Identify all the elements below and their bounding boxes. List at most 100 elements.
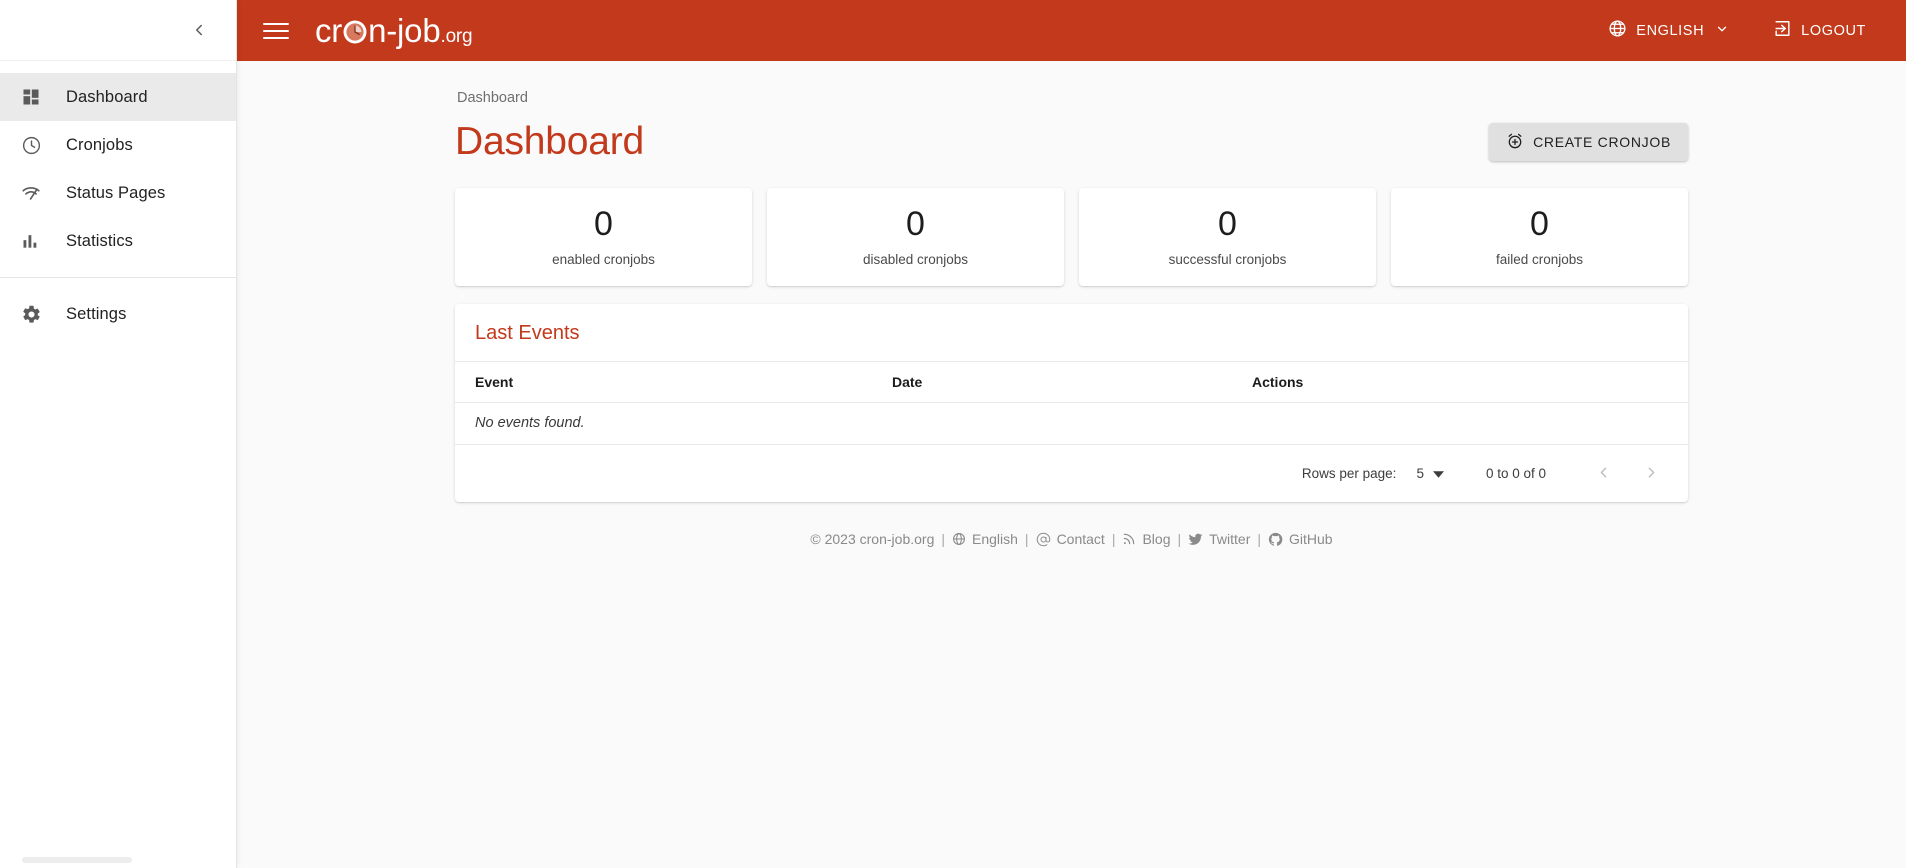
sidebar-item-status-pages[interactable]: Status Pages bbox=[0, 169, 236, 217]
breadcrumb: Dashboard bbox=[457, 90, 528, 106]
sidebar-item-label: Settings bbox=[66, 304, 127, 323]
stat-card-failed[interactable]: 0 failed cronjobs bbox=[1391, 188, 1688, 286]
footer-link-contact[interactable]: Contact bbox=[1036, 531, 1105, 547]
chevron-right-icon bbox=[1643, 464, 1660, 484]
footer-link-english[interactable]: English bbox=[952, 531, 1018, 547]
sidebar-item-label: Statistics bbox=[66, 231, 134, 250]
footer-link-github[interactable]: GitHub bbox=[1268, 531, 1333, 547]
sidebar-item-settings[interactable]: Settings bbox=[0, 290, 236, 338]
globe-icon bbox=[952, 532, 966, 546]
logout-button[interactable]: LOGOUT bbox=[1761, 12, 1878, 50]
sidebar-item-statistics[interactable]: Statistics bbox=[0, 217, 236, 265]
brand-tld: .org bbox=[440, 25, 473, 47]
table-row-empty: No events found. bbox=[455, 402, 1688, 445]
footer-copyright: © 2023 cron-job.org bbox=[810, 531, 935, 547]
last-events-title: Last Events bbox=[455, 304, 1688, 362]
footer-link-label: Contact bbox=[1056, 531, 1105, 547]
stat-card-disabled[interactable]: 0 disabled cronjobs bbox=[767, 188, 1064, 286]
footer-link-twitter[interactable]: Twitter bbox=[1188, 531, 1250, 547]
sidebar-collapse-button[interactable] bbox=[184, 15, 214, 45]
top-bar: cr n-job .org ENGLISH LOGOUT bbox=[237, 0, 1906, 61]
brand-name-rest: n-job bbox=[368, 11, 441, 49]
sidebar-item-label: Cronjobs bbox=[66, 135, 133, 154]
chevron-down-icon bbox=[1715, 22, 1729, 40]
column-header-event: Event bbox=[455, 362, 892, 403]
events-table-body: No events found. bbox=[455, 402, 1688, 445]
next-page-button[interactable] bbox=[1634, 457, 1668, 491]
chevron-left-icon bbox=[1595, 464, 1612, 484]
brand-name: cr bbox=[315, 11, 343, 49]
pulse-wifi-icon bbox=[14, 182, 48, 204]
chevron-down-icon bbox=[1432, 466, 1444, 481]
footer-link-label: Blog bbox=[1142, 531, 1171, 547]
brand-logo[interactable]: cr n-job .org bbox=[315, 11, 473, 50]
logout-label: LOGOUT bbox=[1801, 22, 1866, 39]
content-inner: Dashboard Dashboard CREATE CRONJOB 0 ena… bbox=[455, 61, 1688, 547]
rss-icon bbox=[1122, 532, 1136, 546]
app-root: Dashboard Cronjobs Status Pages Statisti… bbox=[0, 0, 1906, 868]
footer-link-blog[interactable]: Blog bbox=[1122, 531, 1170, 547]
rows-per-page-value: 5 bbox=[1416, 466, 1424, 481]
stat-card-enabled[interactable]: 0 enabled cronjobs bbox=[455, 188, 752, 286]
footer-separator: | bbox=[1177, 531, 1182, 547]
alarm-plus-icon bbox=[1506, 132, 1524, 153]
footer-separator: | bbox=[1111, 531, 1116, 547]
page-title: Dashboard bbox=[455, 120, 644, 163]
hamburger-icon[interactable] bbox=[263, 18, 289, 44]
sidebar-header bbox=[0, 0, 236, 61]
chevron-left-icon bbox=[190, 21, 208, 39]
rows-per-page-label: Rows per page: bbox=[1301, 466, 1397, 481]
github-icon bbox=[1268, 532, 1283, 547]
stat-cards: 0 enabled cronjobs 0 disabled cronjobs 0… bbox=[455, 188, 1688, 286]
gear-icon bbox=[14, 304, 48, 325]
sidebar-nav: Dashboard Cronjobs Status Pages Statisti… bbox=[0, 61, 236, 338]
page-range-label: 0 to 0 of 0 bbox=[1485, 466, 1546, 481]
globe-icon bbox=[1608, 19, 1627, 42]
events-header-row: Event Date Actions bbox=[455, 362, 1688, 403]
stat-label: enabled cronjobs bbox=[552, 252, 655, 268]
last-events-panel: Last Events Event Date Actions No events bbox=[455, 304, 1688, 502]
empty-message: No events found. bbox=[455, 402, 1688, 445]
create-cronjob-button[interactable]: CREATE CRONJOB bbox=[1489, 123, 1688, 161]
footer-separator: | bbox=[1257, 531, 1261, 547]
clock-icon bbox=[14, 135, 48, 156]
footer-link-label: English bbox=[972, 531, 1018, 547]
sidebar-item-dashboard[interactable]: Dashboard bbox=[0, 73, 236, 121]
at-icon bbox=[1036, 532, 1051, 547]
events-table-head: Event Date Actions bbox=[455, 362, 1688, 403]
twitter-icon bbox=[1188, 532, 1203, 547]
create-cronjob-label: CREATE CRONJOB bbox=[1533, 134, 1671, 150]
footer-link-label: Twitter bbox=[1209, 531, 1251, 547]
stat-value: 0 bbox=[1530, 204, 1549, 243]
stat-label: disabled cronjobs bbox=[862, 252, 969, 268]
sidebar-item-cronjobs[interactable]: Cronjobs bbox=[0, 121, 236, 169]
paginator: Rows per page: 5 0 to 0 of 0 bbox=[455, 445, 1688, 502]
sidebar: Dashboard Cronjobs Status Pages Statisti… bbox=[0, 0, 237, 868]
sidebar-scrollbar[interactable] bbox=[22, 857, 132, 863]
clock-icon bbox=[342, 12, 368, 43]
stat-label: failed cronjobs bbox=[1495, 252, 1584, 268]
column-header-actions: Actions bbox=[1252, 362, 1688, 403]
dashboard-grid-icon bbox=[14, 87, 48, 107]
content-area: Dashboard Dashboard CREATE CRONJOB 0 ena… bbox=[237, 61, 1906, 868]
rows-per-page-select[interactable]: 5 bbox=[1416, 466, 1444, 481]
column-header-date: Date bbox=[892, 362, 1252, 403]
sidebar-item-label: Status Pages bbox=[66, 183, 166, 202]
footer-link-label: GitHub bbox=[1289, 531, 1333, 547]
bar-chart-icon bbox=[14, 231, 48, 251]
logout-icon bbox=[1773, 19, 1792, 42]
stat-card-successful[interactable]: 0 successful cronjobs bbox=[1079, 188, 1376, 286]
page-title-row: Dashboard CREATE CRONJOB bbox=[455, 120, 1688, 164]
previous-page-button[interactable] bbox=[1586, 457, 1620, 491]
stat-value: 0 bbox=[906, 204, 925, 243]
events-table: Event Date Actions No events found. bbox=[455, 362, 1688, 445]
stat-value: 0 bbox=[1218, 204, 1237, 243]
footer-separator: | bbox=[941, 531, 945, 547]
stat-label: successful cronjobs bbox=[1168, 252, 1287, 268]
main-column: cr n-job .org ENGLISH LOGOUT Dashboard D… bbox=[237, 0, 1906, 868]
sidebar-divider bbox=[0, 277, 236, 278]
language-label: ENGLISH bbox=[1636, 22, 1705, 39]
footer-separator: | bbox=[1024, 531, 1029, 547]
language-selector[interactable]: ENGLISH bbox=[1596, 12, 1741, 50]
sidebar-item-label: Dashboard bbox=[66, 87, 148, 106]
